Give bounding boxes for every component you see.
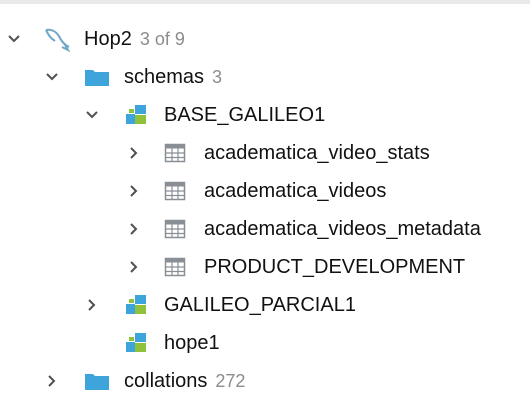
table-icon — [164, 143, 186, 163]
table-label: academatica_videos_metadata — [204, 218, 481, 240]
tree-row-table[interactable]: academatica_video_stats — [0, 134, 530, 172]
chevron-right-icon[interactable] — [124, 143, 144, 163]
chevron-right-icon[interactable] — [124, 219, 144, 239]
chevron-right-icon[interactable] — [124, 181, 144, 201]
tree-row-collations[interactable]: collations 272 — [0, 362, 530, 400]
table-icon — [164, 257, 186, 277]
chevron-right-icon[interactable] — [42, 371, 62, 391]
tree-row-schema-base-galileo1[interactable]: BASE_GALILEO1 — [0, 96, 530, 134]
dolphin-icon — [42, 26, 72, 52]
tree-row-table[interactable]: PRODUCT_DEVELOPMENT — [0, 248, 530, 286]
chevron-right-icon[interactable] — [82, 295, 102, 315]
schemas-count: 3 — [212, 67, 223, 87]
table-label: academatica_video_stats — [204, 142, 430, 164]
connection-label: Hop2 3 of 9 — [84, 27, 185, 51]
tree-row-connection[interactable]: Hop2 3 of 9 — [0, 20, 530, 58]
schemas-label: schemas 3 — [124, 65, 222, 89]
schema-hope1-label: hope1 — [164, 332, 220, 354]
top-divider — [0, 0, 530, 4]
folder-icon — [84, 371, 110, 391]
tree-row-schemas[interactable]: schemas 3 — [0, 58, 530, 96]
table-icon — [164, 219, 186, 239]
chevron-down-icon[interactable] — [82, 105, 102, 125]
chevron-down-icon[interactable] — [4, 29, 24, 49]
schema-galileo-parcial1-label: GALILEO_PARCIAL1 — [164, 294, 356, 316]
tree-row-table[interactable]: academatica_videos_metadata — [0, 210, 530, 248]
schema-base-galileo1-label: BASE_GALILEO1 — [164, 104, 326, 126]
chevron-right-icon[interactable] — [124, 257, 144, 277]
chevron-down-icon[interactable] — [42, 67, 62, 87]
connection-count: 3 of 9 — [139, 29, 185, 49]
folder-icon — [84, 67, 110, 87]
database-icon — [124, 332, 148, 354]
collations-count: 272 — [215, 371, 246, 391]
table-label: PRODUCT_DEVELOPMENT — [204, 256, 466, 278]
schema-tree: Hop2 3 of 9 schemas 3 BASE_GALILEO1 acad… — [0, 20, 530, 400]
tree-row-schema-hope1[interactable]: hope1 — [0, 324, 530, 362]
tree-row-table[interactable]: academatica_videos — [0, 172, 530, 210]
table-label: academatica_videos — [204, 180, 387, 202]
collations-name: collations — [124, 370, 208, 392]
tree-row-schema-galileo-parcial1[interactable]: GALILEO_PARCIAL1 — [0, 286, 530, 324]
collations-label: collations 272 — [124, 369, 245, 393]
database-icon — [124, 104, 148, 126]
schemas-name: schemas — [124, 66, 205, 88]
connection-name: Hop2 — [84, 28, 132, 50]
table-icon — [164, 181, 186, 201]
database-icon — [124, 294, 148, 316]
